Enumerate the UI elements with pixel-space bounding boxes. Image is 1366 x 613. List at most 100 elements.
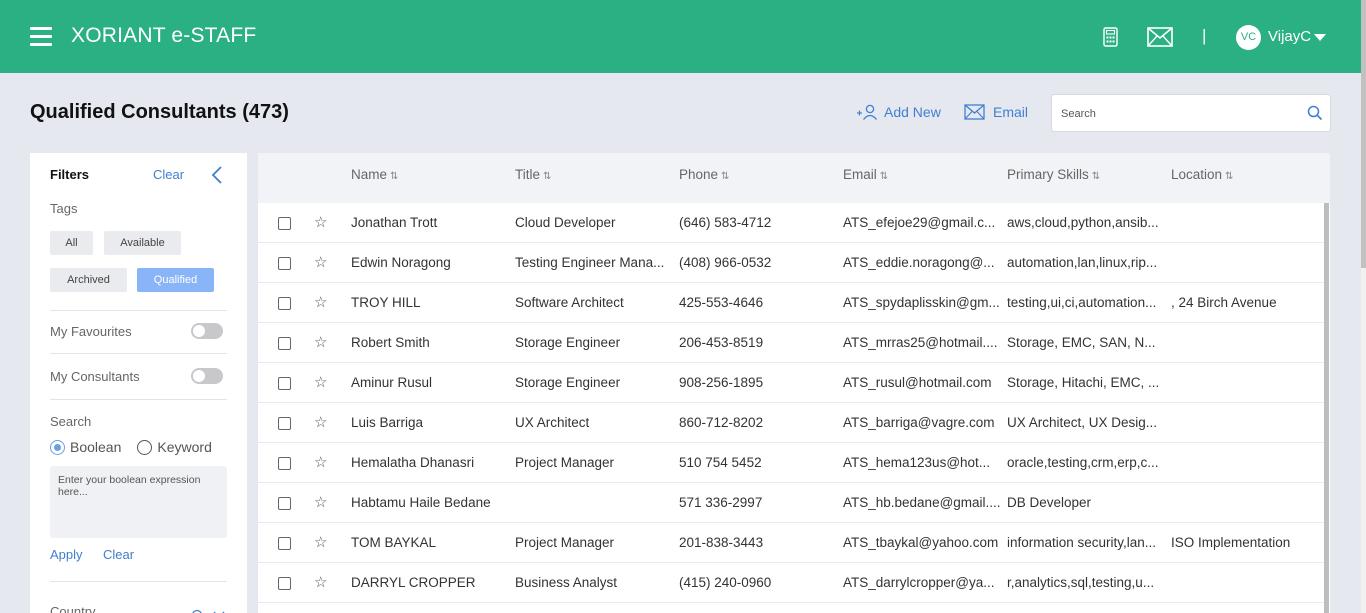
cell-name[interactable]: DARRYL CROPPER (351, 575, 476, 590)
tag-all[interactable]: All (50, 231, 93, 255)
cell-skills: r,analytics,sql,testing,u... (1007, 575, 1155, 590)
row-checkbox[interactable] (278, 257, 291, 270)
sort-icon: ⇅ (543, 171, 552, 182)
column-header-email[interactable]: Email ⇅ (843, 167, 888, 182)
row-checkbox[interactable] (278, 457, 291, 470)
row-checkbox[interactable] (278, 537, 291, 550)
chevron-down-icon[interactable] (192, 608, 232, 613)
chevron-left-icon[interactable] (211, 165, 223, 185)
row-checkbox[interactable] (278, 217, 291, 230)
star-icon[interactable]: ☆ (314, 493, 327, 511)
table-row[interactable]: ☆ Luis Barriga UX Architect 860-712-8202… (258, 403, 1324, 443)
table-scrollbar-thumb[interactable] (1324, 203, 1329, 613)
filters-panel: Filters Clear Tags All Available Archive… (30, 153, 247, 613)
cell-skills: UX Architect, UX Desig... (1007, 415, 1158, 430)
my-favourites-label: My Favourites (50, 324, 132, 339)
table-row[interactable]: ☆ TROY HILL Software Architect 425-553-4… (258, 283, 1324, 323)
star-icon[interactable]: ☆ (314, 213, 327, 231)
sort-icon: ⇅ (1091, 171, 1101, 182)
email-button[interactable]: Email (964, 104, 1028, 120)
star-icon[interactable]: ☆ (314, 573, 327, 591)
user-name[interactable]: VijayC (1268, 28, 1311, 45)
table-header: Name ⇅ Title ⇅ Phone ⇅ Email ⇅ Primary Skill… (258, 153, 1330, 203)
star-icon[interactable]: ☆ (314, 413, 327, 431)
my-favourites-toggle[interactable] (191, 323, 223, 339)
table-row[interactable]: ☆ TOM BAYKAL Project Manager 201-838-344… (258, 523, 1324, 563)
row-checkbox[interactable] (278, 497, 291, 510)
cell-name[interactable]: Aminur Rusul (351, 375, 432, 390)
star-icon[interactable]: ☆ (314, 293, 327, 311)
star-icon[interactable]: ☆ (314, 373, 327, 391)
page-scrollbar-thumb[interactable] (1361, 0, 1366, 268)
cell-name[interactable]: Habtamu Haile Bedane (351, 495, 491, 510)
cell-location: , 24 Birch Avenue (1171, 295, 1277, 310)
divider (50, 399, 227, 400)
star-icon[interactable]: ☆ (314, 333, 327, 351)
header-separator: | (1202, 26, 1207, 45)
cell-skills: DB Developer (1007, 495, 1092, 510)
cell-title: Project Manager (515, 455, 615, 470)
cell-skills: testing,ui,ci,automation... (1007, 295, 1157, 310)
menu-icon[interactable] (30, 27, 52, 47)
boolean-expression-input[interactable] (50, 466, 227, 538)
column-header-title[interactable]: Title ⇅ (515, 167, 551, 182)
mail-icon[interactable] (1147, 27, 1173, 47)
table-row[interactable]: ☆ Jonathan Trott Cloud Developer (646) 5… (258, 203, 1324, 243)
cell-name[interactable]: Jonathan Trott (351, 215, 437, 230)
search-clear-button[interactable]: Clear (103, 547, 134, 562)
app-title[interactable]: XORIANT e-STAFF (71, 24, 256, 48)
column-header-location[interactable]: Location ⇅ (1171, 167, 1233, 182)
keyword-radio[interactable] (137, 439, 153, 455)
calculator-icon[interactable] (1103, 27, 1118, 47)
cell-title: Software Architect (515, 295, 624, 310)
boolean-radio[interactable] (50, 439, 65, 455)
add-new-button[interactable]: Add New (856, 104, 941, 120)
cell-skills: aws,cloud,python,ansib... (1007, 215, 1159, 230)
cell-name[interactable]: Edwin Noragong (351, 255, 451, 270)
table-row[interactable]: ☆ Aminur Rusul Storage Engineer 908-256-… (258, 363, 1324, 403)
row-checkbox[interactable] (278, 417, 291, 430)
cell-phone: (415) 240-0960 (679, 575, 772, 590)
email-label: Email (993, 104, 1029, 120)
cell-email: ATS_barriga@vagre.com (843, 415, 995, 430)
table-row[interactable]: ☆ Robert Smith Storage Engineer 206-453-… (258, 323, 1324, 363)
star-icon[interactable]: ☆ (314, 453, 327, 471)
avatar[interactable]: VC (1236, 25, 1261, 50)
row-checkbox[interactable] (278, 377, 291, 390)
table-row[interactable]: ☆ Hemalatha Dhanasri Project Manager 510… (258, 443, 1324, 483)
apply-button[interactable]: Apply (50, 547, 83, 562)
cell-email: ATS_hb.bedane@gmail.... (843, 495, 1001, 510)
filters-clear-button[interactable]: Clear (153, 167, 184, 182)
tag-archived[interactable]: Archived (50, 268, 127, 292)
search-icon[interactable] (1307, 105, 1323, 121)
column-header-name[interactable]: Name ⇅ (351, 167, 398, 182)
table-row[interactable]: ☆ Edwin Noragong Testing Engineer Mana..… (258, 243, 1324, 283)
column-header-primary-skills[interactable]: Primary Skills ⇅ (1007, 167, 1100, 182)
tag-available[interactable]: Available (104, 231, 181, 255)
divider (50, 581, 227, 582)
cell-name[interactable]: TOM BAYKAL (351, 535, 436, 550)
cell-title: Storage Engineer (515, 375, 621, 390)
star-icon[interactable]: ☆ (314, 253, 327, 271)
cell-name[interactable]: Hemalatha Dhanasri (351, 455, 474, 470)
divider (50, 353, 227, 354)
cell-name[interactable]: TROY HILL (351, 295, 421, 310)
cell-skills: oracle,testing,crm,erp,c... (1007, 455, 1159, 470)
row-checkbox[interactable] (278, 337, 291, 350)
cell-name[interactable]: Robert Smith (351, 335, 430, 350)
row-checkbox[interactable] (278, 577, 291, 590)
star-icon[interactable]: ☆ (314, 533, 327, 551)
cell-phone: 510 754 5452 (679, 455, 762, 470)
tag-qualified[interactable]: Qualified (137, 268, 214, 292)
envelope-icon (964, 104, 985, 120)
table-row[interactable]: ☆ Habtamu Haile Bedane 571 336-2997 ATS_… (258, 483, 1324, 523)
row-checkbox[interactable] (278, 297, 291, 310)
chevron-down-icon[interactable] (1314, 34, 1326, 41)
cell-phone: 425-553-4646 (679, 295, 764, 310)
search-input[interactable] (1061, 104, 1291, 124)
table-row[interactable]: ☆ DARRYL CROPPER Business Analyst (415) … (258, 563, 1324, 603)
cell-name[interactable]: Luis Barriga (351, 415, 423, 430)
column-header-phone[interactable]: Phone ⇅ (679, 167, 729, 182)
page-title: Qualified Consultants (473) (30, 101, 289, 123)
my-consultants-toggle[interactable] (191, 368, 223, 384)
